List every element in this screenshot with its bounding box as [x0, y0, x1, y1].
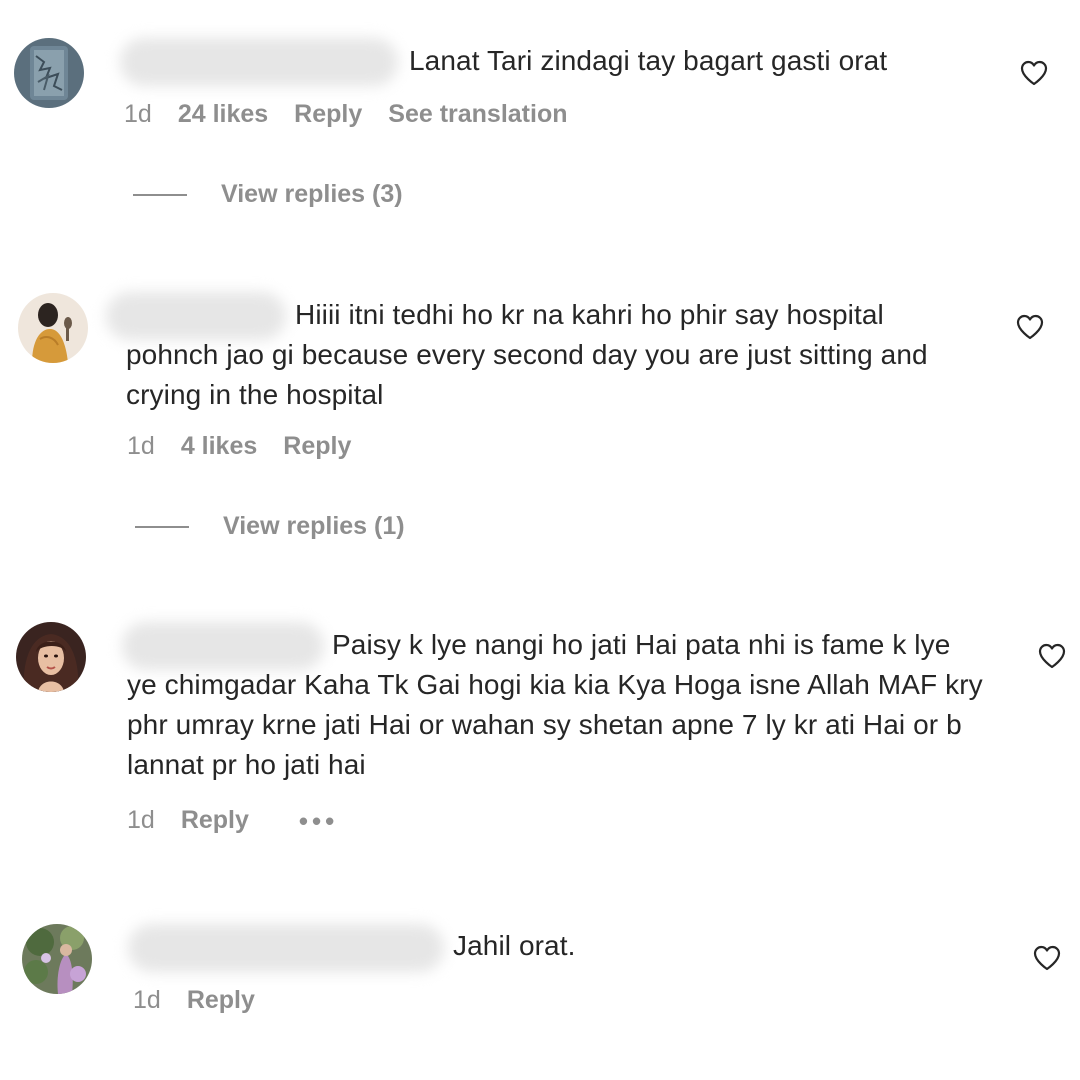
comment-meta: 1d 4 likes Reply — [127, 432, 377, 461]
reply-button[interactable]: Reply — [181, 806, 249, 835]
more-horizontal-icon[interactable]: ••• — [299, 808, 338, 834]
view-replies-button[interactable]: View replies (3) — [133, 180, 403, 209]
comment-text: Hiiii itni tedhi ho kr na kahri ho phir … — [126, 295, 966, 415]
replies-divider — [135, 525, 189, 528]
comment-text: Jahil orat. — [453, 930, 576, 961]
comment-time: 1d — [127, 806, 155, 834]
comment-time: 1d — [124, 100, 152, 128]
heart-outline-icon[interactable] — [1033, 945, 1061, 971]
likes-count[interactable]: 24 likes — [178, 100, 268, 129]
reply-button[interactable]: Reply — [294, 100, 362, 129]
comment-text-content: Hiiii itni tedhi ho kr na kahri ho phir … — [126, 299, 928, 410]
username-redacted[interactable] — [120, 38, 398, 86]
avatar[interactable] — [22, 924, 92, 994]
heart-outline-icon[interactable] — [1016, 314, 1044, 340]
avatar[interactable] — [16, 622, 86, 692]
view-replies-label: View replies (1) — [223, 512, 405, 540]
see-translation-button[interactable]: See translation — [388, 100, 567, 129]
view-replies-button[interactable]: View replies (1) — [135, 512, 405, 541]
view-replies-label: View replies (3) — [221, 180, 403, 208]
comment-text: Lanat Tari zindagi tay bagart gasti orat — [409, 45, 888, 76]
avatar[interactable] — [18, 293, 88, 363]
username-redacted[interactable] — [128, 924, 444, 972]
comment-time: 1d — [133, 986, 161, 1014]
heart-outline-icon[interactable] — [1038, 643, 1066, 669]
reply-button[interactable]: Reply — [187, 986, 255, 1015]
comment-text-content: Paisy k lye nangi ho jati Hai pata nhi i… — [127, 629, 983, 780]
comment-meta: 1d Reply ••• — [127, 806, 338, 835]
comment-meta: 1d 24 likes Reply See translation — [124, 100, 568, 129]
comment-text: Paisy k lye nangi ho jati Hai pata nhi i… — [127, 625, 983, 785]
heart-outline-icon[interactable] — [1020, 60, 1048, 86]
reply-button[interactable]: Reply — [283, 432, 351, 461]
comment-time: 1d — [127, 432, 155, 460]
replies-divider — [133, 193, 187, 196]
avatar[interactable] — [14, 38, 84, 108]
likes-count[interactable]: 4 likes — [181, 432, 257, 461]
comment-meta: 1d Reply — [133, 986, 281, 1015]
